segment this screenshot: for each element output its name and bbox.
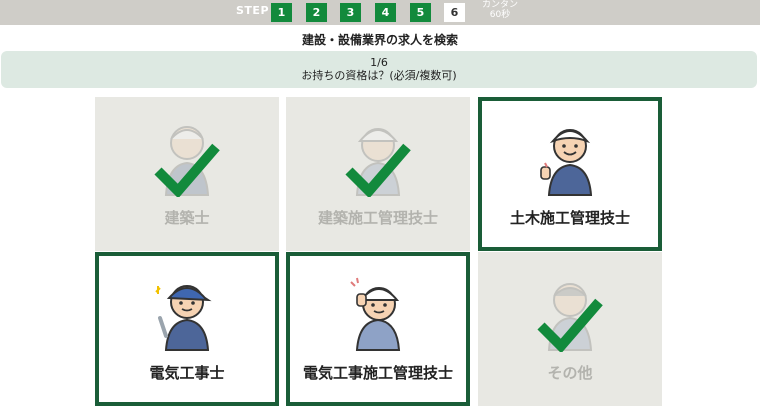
step-2: 2 <box>306 3 327 22</box>
check-icon <box>154 143 220 197</box>
worker-helmet-icon <box>350 277 401 351</box>
option-card-denki-koujishi[interactable]: 電気工事士 <box>95 252 279 406</box>
page-title: 建設・設備業界の求人を検索 <box>301 33 458 47</box>
option-card-sonota[interactable]: その他 <box>478 252 662 406</box>
option-card-denki-sekou[interactable]: 電気工事施工管理技士 <box>286 252 470 406</box>
option-card-kenchiku-sekou[interactable]: 建築施工管理技士 <box>286 97 470 251</box>
time-note: カンタン 60秒 <box>474 0 526 20</box>
step-5: 5 <box>410 3 431 22</box>
step-bar: STEP 1 2 3 4 5 6 カンタン 60秒 <box>0 0 760 25</box>
option-label: その他 <box>547 364 593 382</box>
time-note-line2: 60秒 <box>489 10 511 20</box>
question-box: 1/6 お持ちの資格は？(必須/複数可) <box>1 51 757 88</box>
option-label: 電気工事士 <box>149 364 225 382</box>
step-4: 4 <box>375 3 396 22</box>
option-label: 電気工事施工管理技士 <box>302 364 453 382</box>
option-card-doboku-sekou[interactable]: 土木施工管理技士 <box>478 97 662 251</box>
option-label: 土木施工管理技士 <box>509 209 630 227</box>
step-label: STEP <box>236 4 270 17</box>
option-label: 建築士 <box>164 209 210 227</box>
step-1: 1 <box>271 3 292 22</box>
question-text: お持ちの資格は？(必須/複数可) <box>301 69 457 82</box>
step-3: 3 <box>340 3 361 22</box>
worker-thumbsup-icon <box>540 129 593 196</box>
question-counter: 1/6 <box>370 56 388 69</box>
check-icon <box>537 298 603 352</box>
electrician-wrench-icon <box>155 285 212 351</box>
option-card-kenchikushi[interactable]: 建築士 <box>95 97 279 251</box>
time-note-line1: カンタン <box>481 0 518 10</box>
step-6-current: 6 <box>444 3 465 22</box>
check-icon <box>345 143 411 197</box>
option-label: 建築施工管理技士 <box>317 209 438 227</box>
